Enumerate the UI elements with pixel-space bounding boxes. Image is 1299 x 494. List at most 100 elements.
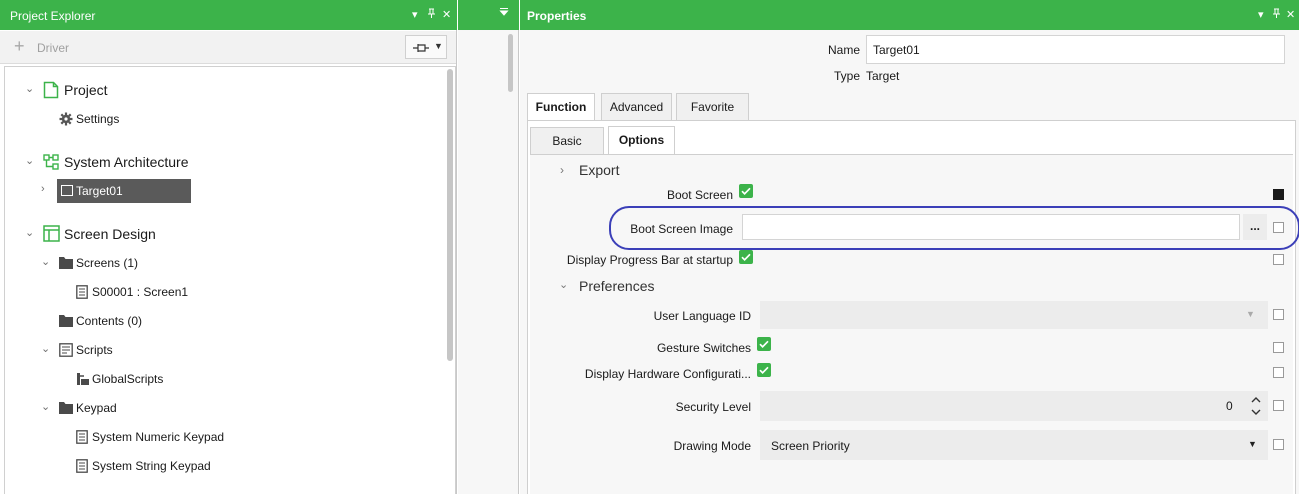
- preferences-section-header[interactable]: Preferences: [579, 278, 654, 294]
- boot-screen-checkbox[interactable]: [739, 184, 753, 198]
- tree-label-screens: Screens (1): [76, 256, 139, 270]
- tree-item-screens[interactable]: ⌄ Screens (1): [5, 252, 445, 274]
- project-tree: ⌄ Project Settings ⌄ System Architecture…: [4, 66, 456, 494]
- name-value: Target01: [873, 43, 920, 57]
- keypad-file-icon: [76, 430, 88, 444]
- screen-file-icon: [76, 285, 88, 299]
- chevron-right-icon[interactable]: ›: [560, 163, 564, 177]
- tab-advanced[interactable]: Advanced: [601, 93, 672, 121]
- security-level-label: Security Level: [675, 400, 751, 414]
- display-hardware-label: Display Hardware Configurati...: [584, 367, 751, 381]
- dropdown-icon[interactable]: ▾: [412, 8, 418, 21]
- properties-panel: Properties ▾ ✕ Name Target01 Type Target…: [520, 0, 1299, 494]
- drawing-mode-select[interactable]: Screen Priority ▼: [760, 430, 1268, 460]
- project-file-icon: [43, 81, 59, 99]
- display-progress-label: Display Progress Bar at startup: [566, 253, 733, 267]
- scripts-icon: [59, 343, 73, 357]
- tree-item-string-keypad[interactable]: System String Keypad: [5, 455, 445, 477]
- user-language-select[interactable]: ▼: [760, 301, 1268, 329]
- name-input[interactable]: Target01: [866, 35, 1285, 64]
- pushpin-icon: [413, 44, 429, 52]
- pin-icon[interactable]: [427, 8, 436, 22]
- project-explorer-toolbar: + Driver ▼: [0, 31, 456, 64]
- gear-icon: [59, 112, 73, 126]
- boot-screen-reset-indicator[interactable]: [1273, 189, 1284, 200]
- export-section-header[interactable]: Export: [579, 162, 619, 178]
- chevron-down-icon[interactable]: ⌄: [41, 344, 51, 355]
- drawing-mode-reset-indicator[interactable]: [1273, 439, 1284, 450]
- chevron-down-icon[interactable]: ⌄: [25, 84, 35, 95]
- folder-icon: [59, 315, 73, 327]
- target-icon: [61, 185, 73, 196]
- display-progress-checkbox[interactable]: [739, 250, 753, 264]
- tree-item-screen-design[interactable]: ⌄ Screen Design: [5, 223, 445, 245]
- boot-screen-label: Boot Screen: [666, 188, 733, 202]
- chevron-down-icon[interactable]: ⌄: [25, 228, 35, 239]
- tab-function[interactable]: Function: [527, 93, 595, 121]
- display-hardware-checkbox[interactable]: [757, 363, 771, 377]
- tree-label-contents: Contents (0): [76, 314, 143, 328]
- gesture-switches-reset-indicator[interactable]: [1273, 342, 1284, 353]
- properties-titlebar: Properties ▾ ✕: [520, 0, 1299, 30]
- drawing-mode-label: Drawing Mode: [673, 439, 751, 453]
- spinner-arrows-icon[interactable]: [1250, 394, 1262, 418]
- gesture-switches-checkbox[interactable]: [757, 337, 771, 351]
- middle-scrollbar[interactable]: [508, 34, 513, 92]
- name-label: Name: [827, 43, 860, 57]
- gesture-switches-label: Gesture Switches: [656, 341, 751, 355]
- pin-icon[interactable]: [1272, 8, 1281, 22]
- boot-screen-image-input[interactable]: [742, 214, 1240, 240]
- tree-label-system-architecture: System Architecture: [64, 154, 189, 170]
- tree-item-project[interactable]: ⌄ Project: [5, 79, 445, 101]
- chevron-down-icon[interactable]: ⌄: [559, 278, 568, 291]
- tab-basic[interactable]: Basic: [530, 127, 604, 155]
- type-label: Type: [833, 69, 860, 83]
- user-language-reset-indicator[interactable]: [1273, 309, 1284, 320]
- display-progress-reset-indicator[interactable]: [1273, 254, 1284, 265]
- tree-label-screen1: S00001 : Screen1: [92, 285, 189, 299]
- tree-label-target01: Target01: [76, 184, 123, 198]
- tree-item-screen1[interactable]: S00001 : Screen1: [5, 281, 445, 303]
- tree-label-global-scripts: GlobalScripts: [92, 372, 164, 386]
- security-level-reset-indicator[interactable]: [1273, 400, 1284, 411]
- plus-icon: +: [14, 36, 25, 56]
- browse-button[interactable]: ...: [1243, 214, 1267, 240]
- dropdown-icon[interactable]: [499, 7, 509, 20]
- chevron-down-icon[interactable]: ⌄: [41, 402, 51, 413]
- global-scripts-icon: [77, 373, 89, 385]
- tree-item-global-scripts[interactable]: GlobalScripts: [5, 368, 445, 390]
- security-level-stepper[interactable]: 0: [760, 391, 1268, 421]
- tree-label-settings: Settings: [76, 112, 120, 126]
- boot-screen-image-reset-indicator[interactable]: [1273, 222, 1284, 233]
- tab-favorite[interactable]: Favorite: [676, 93, 749, 121]
- tree-item-numeric-keypad[interactable]: System Numeric Keypad: [5, 426, 445, 448]
- tree-item-settings[interactable]: Settings: [5, 108, 445, 130]
- boot-screen-image-label: Boot Screen Image: [630, 222, 733, 236]
- chevron-right-icon[interactable]: ›: [41, 184, 51, 195]
- tree-item-scripts[interactable]: ⌄ Scripts: [5, 339, 445, 361]
- screen-design-icon: [43, 225, 60, 242]
- chevron-down-icon[interactable]: ⌄: [25, 156, 35, 167]
- tree-item-keypad[interactable]: ⌄ Keypad: [5, 397, 445, 419]
- tree-scrollbar[interactable]: [447, 69, 453, 361]
- drawing-mode-value: Screen Priority: [771, 439, 850, 453]
- tree-item-system-architecture[interactable]: ⌄ System Architecture: [5, 151, 445, 173]
- tree-label-screen-design: Screen Design: [64, 226, 156, 242]
- tree-label-numeric-keypad: System Numeric Keypad: [92, 430, 225, 444]
- chevron-down-icon[interactable]: ⌄: [41, 257, 51, 268]
- close-icon[interactable]: ✕: [442, 8, 451, 21]
- folder-icon: [59, 257, 73, 269]
- dropdown-icon[interactable]: ▾: [1258, 8, 1264, 21]
- tree-item-target01[interactable]: › Target01: [5, 179, 445, 203]
- type-value: Target: [866, 69, 900, 83]
- tree-item-contents[interactable]: Contents (0): [5, 310, 445, 332]
- display-hardware-reset-indicator[interactable]: [1273, 367, 1284, 378]
- pin-options-button[interactable]: ▼: [405, 35, 447, 59]
- driver-label: Driver: [37, 41, 69, 55]
- tab-options[interactable]: Options: [608, 126, 675, 155]
- project-explorer-titlebar: Project Explorer ▾ ✕: [0, 0, 457, 30]
- close-icon[interactable]: ✕: [1286, 8, 1295, 21]
- chevron-down-icon: ▼: [434, 41, 443, 51]
- project-explorer-panel: Project Explorer ▾ ✕ + Driver ▼ ⌄ Projec…: [0, 0, 457, 494]
- tree-label-keypad: Keypad: [76, 401, 117, 415]
